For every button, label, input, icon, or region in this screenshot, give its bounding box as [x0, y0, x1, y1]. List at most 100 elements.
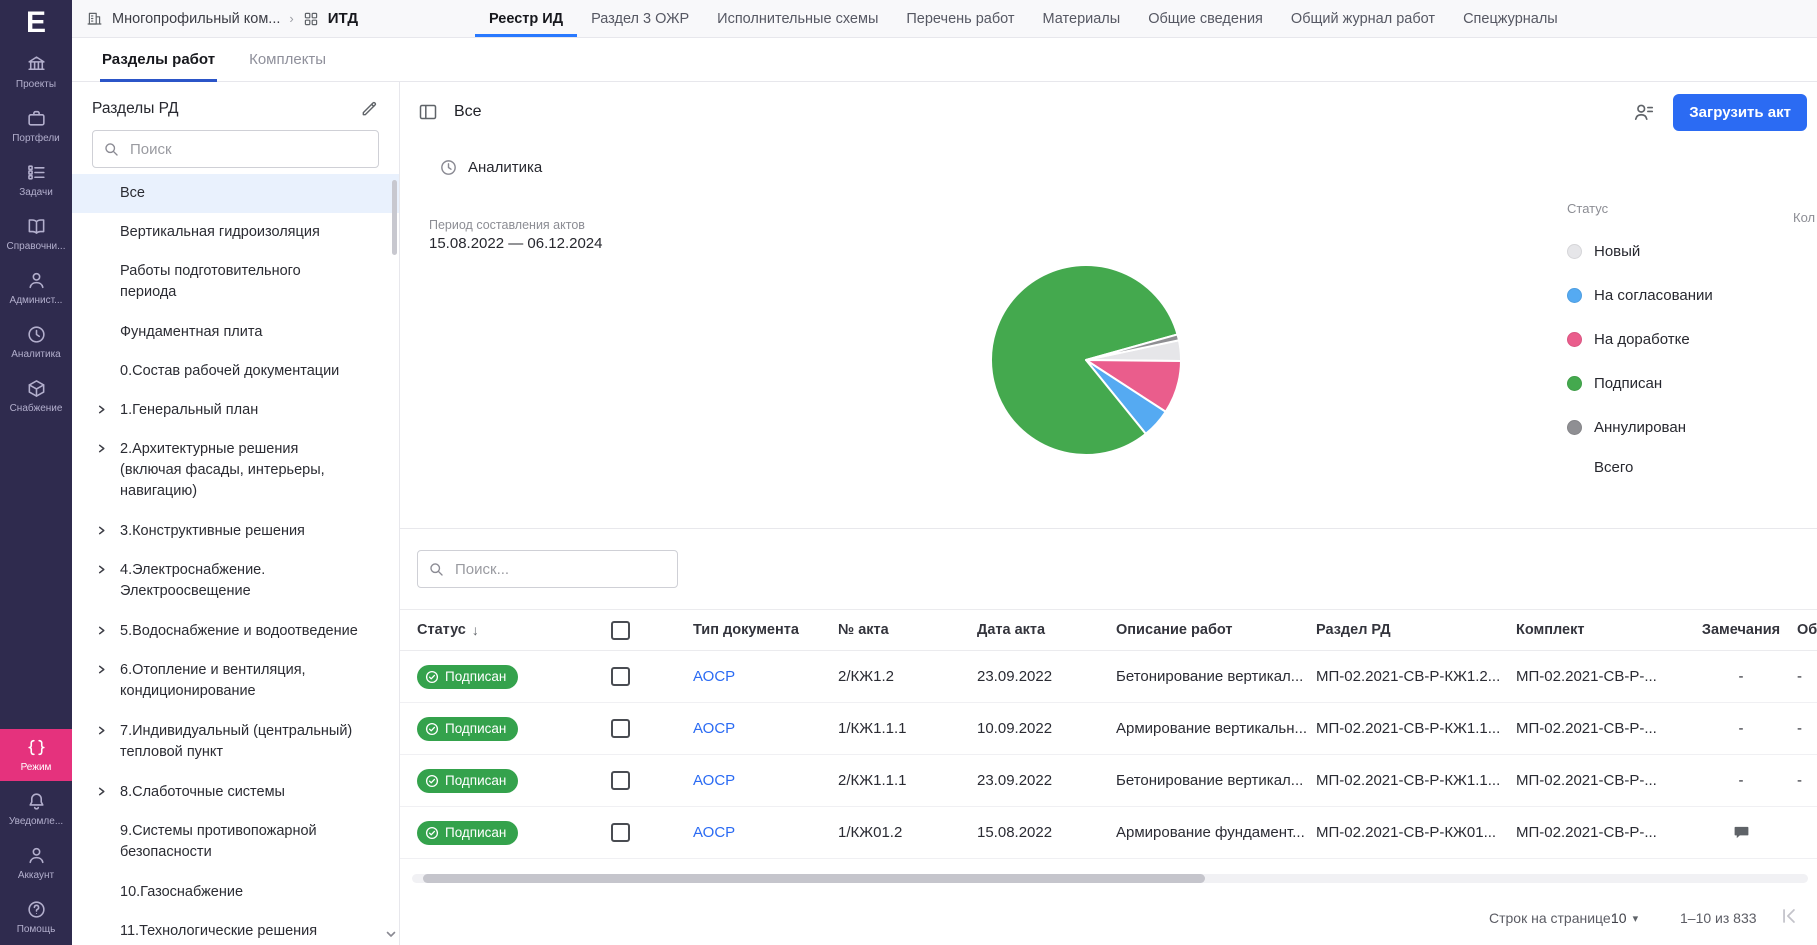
- table-row[interactable]: Подписан АОСР 1/КЖ01.2 15.08.2022 Армиро…: [400, 807, 1817, 859]
- legend-item[interactable]: На доработке: [1567, 317, 1817, 361]
- tree-item[interactable]: 5.Водоснабжение и водоотведение: [72, 612, 399, 651]
- sidebar-item-directories[interactable]: Справочни...: [0, 208, 72, 260]
- legend-item[interactable]: Новый: [1567, 229, 1817, 273]
- tree-item[interactable]: 6.Отопление и вентиляция, кондиционирова…: [72, 651, 399, 712]
- column-remarks[interactable]: Замечания: [1695, 622, 1797, 638]
- column-work[interactable]: Описание работ: [1116, 622, 1316, 638]
- doc-type-link[interactable]: АОСР: [693, 824, 735, 841]
- column-act-no[interactable]: № акта: [838, 622, 977, 638]
- chevron-right-icon[interactable]: [96, 725, 107, 736]
- tree-item[interactable]: 9.Системы противопожарной безопасности: [72, 812, 399, 873]
- table-row[interactable]: Подписан АОСР 2/КЖ1.1.1 23.09.2022 Бетон…: [400, 755, 1817, 807]
- sidebar-item-account[interactable]: Аккаунт: [0, 837, 72, 889]
- horizontal-scrollbar-thumb[interactable]: [423, 874, 1205, 883]
- row-checkbox[interactable]: [611, 667, 630, 686]
- vertical-scrollbar[interactable]: [392, 180, 397, 255]
- tree-item[interactable]: 1.Генеральный план: [72, 391, 399, 430]
- tree-item[interactable]: Фундаментная плита: [72, 313, 399, 352]
- sidebar-item-notifications[interactable]: Уведомле...: [0, 783, 72, 835]
- legend-item[interactable]: На согласовании: [1567, 273, 1817, 317]
- subtab-razdely-rabot[interactable]: Разделы работ: [100, 51, 217, 82]
- rows-per-page-select[interactable]: 10▾: [1611, 910, 1638, 926]
- act-date-cell: 10.09.2022: [977, 720, 1116, 737]
- tree-item[interactable]: 11.Технологические решения: [72, 912, 399, 945]
- tree-item[interactable]: Работы подготовительного периода: [72, 252, 399, 313]
- scroll-down-icon[interactable]: [385, 928, 397, 940]
- doc-type-link[interactable]: АОСР: [693, 668, 735, 685]
- table-row[interactable]: Подписан АОСР 2/КЖ1.2 23.09.2022 Бетонир…: [400, 651, 1817, 703]
- members-button[interactable]: [1631, 99, 1657, 125]
- sidebar-item-administration[interactable]: Админист...: [0, 262, 72, 314]
- column-ob[interactable]: Об: [1797, 622, 1817, 638]
- sidebar-item-portfolios[interactable]: Портфели: [0, 100, 72, 152]
- column-set[interactable]: Комплект: [1516, 622, 1695, 638]
- row-checkbox[interactable]: [611, 719, 630, 738]
- main-area: Все Загрузить акт Аналитика Период соста…: [400, 82, 1817, 945]
- tree-item[interactable]: 0.Состав рабочей документации: [72, 352, 399, 391]
- analytics-header[interactable]: Аналитика: [439, 158, 542, 177]
- sections-search-input[interactable]: [128, 140, 368, 159]
- tab-ispolnitelnye-shemy[interactable]: Исполнительные схемы: [703, 0, 892, 37]
- message-icon[interactable]: [1733, 824, 1750, 841]
- breadcrumb-project[interactable]: Многопрофильный ком...: [112, 11, 280, 27]
- app-grid-icon[interactable]: [303, 11, 319, 27]
- pencil-icon: [360, 99, 379, 118]
- chevron-right-icon[interactable]: [96, 786, 107, 797]
- tree-item-vse[interactable]: Все: [72, 174, 399, 213]
- subtab-komplekty[interactable]: Комплекты: [247, 51, 328, 82]
- upload-act-button[interactable]: Загрузить акт: [1673, 94, 1807, 131]
- chevron-right-icon[interactable]: [96, 404, 107, 415]
- column-doc-type[interactable]: Тип документа: [693, 622, 838, 638]
- chevron-right-icon[interactable]: [96, 443, 107, 454]
- row-checkbox[interactable]: [611, 771, 630, 790]
- legend-item[interactable]: Подписан: [1567, 361, 1817, 405]
- tree-item[interactable]: Вертикальная гидроизоляция: [72, 213, 399, 252]
- tab-perechen-rabot[interactable]: Перечень работ: [892, 0, 1028, 37]
- doc-type-link[interactable]: АОСР: [693, 720, 735, 737]
- sidebar-item-help[interactable]: Помощь: [0, 891, 72, 943]
- row-checkbox[interactable]: [611, 823, 630, 842]
- set-cell: МП-02.2021-СВ-Р-...: [1516, 824, 1695, 841]
- tab-reestr-id[interactable]: Реестр ИД: [475, 0, 577, 37]
- app-logo[interactable]: E: [0, 0, 72, 46]
- sidebar-item-supply[interactable]: Снабжение: [0, 370, 72, 422]
- select-all-checkbox[interactable]: [611, 621, 630, 640]
- table-row[interactable]: Подписан АОСР 1/КЖ1.1.1 10.09.2022 Армир…: [400, 703, 1817, 755]
- breadcrumb-section[interactable]: ИТД: [328, 10, 358, 27]
- chevron-right-icon[interactable]: [96, 625, 107, 636]
- tree-item[interactable]: 2.Архитектурные решения (включая фасады,…: [72, 430, 399, 512]
- first-page-button[interactable]: [1778, 905, 1800, 927]
- column-act-date[interactable]: Дата акта: [977, 622, 1116, 638]
- tree-item[interactable]: 3.Конструктивные решения: [72, 512, 399, 551]
- sidebar-item-projects[interactable]: Проекты: [0, 46, 72, 98]
- chevron-right-icon[interactable]: [96, 564, 107, 575]
- tree-item[interactable]: 10.Газоснабжение: [72, 873, 399, 912]
- status-badge: Подписан: [417, 665, 518, 689]
- tab-materialy[interactable]: Материалы: [1029, 0, 1135, 37]
- help-icon: [26, 899, 47, 920]
- acts-search-input[interactable]: [453, 560, 667, 579]
- chevron-right-icon[interactable]: [96, 525, 107, 536]
- tree-item[interactable]: 8.Слаботочные системы: [72, 773, 399, 812]
- sidebar-item-label: Админист...: [10, 295, 63, 306]
- tree-item[interactable]: 4.Электроснабжение. Электроосвещение: [72, 551, 399, 612]
- column-section[interactable]: Раздел РД: [1316, 622, 1516, 638]
- horizontal-scrollbar-track[interactable]: [412, 874, 1808, 883]
- sidebar-item-analytics[interactable]: Аналитика: [0, 316, 72, 368]
- chevron-right-icon[interactable]: [96, 664, 107, 675]
- legend-item[interactable]: Аннулирован: [1567, 405, 1817, 449]
- edit-sections-button[interactable]: [358, 97, 381, 120]
- collapse-panel-button[interactable]: [416, 100, 440, 124]
- column-status[interactable]: Статус↓: [417, 622, 611, 638]
- check-circle-icon: [425, 670, 439, 684]
- tab-spetszhurnaly[interactable]: Спецжурналы: [1449, 0, 1572, 37]
- tab-obshchiy-zhurnal-rabot[interactable]: Общий журнал работ: [1277, 0, 1449, 37]
- tab-razdel-3-ozhr[interactable]: Раздел 3 ОЖР: [577, 0, 703, 37]
- tab-obshchie-svedeniya[interactable]: Общие сведения: [1134, 0, 1277, 37]
- sort-desc-icon[interactable]: ↓: [472, 622, 479, 638]
- sidebar-item-mode[interactable]: Режим: [0, 729, 72, 781]
- tree-item[interactable]: 7.Индивидуальный (центральный) тепловой …: [72, 712, 399, 773]
- remarks-cell: -: [1695, 772, 1797, 789]
- sidebar-item-tasks[interactable]: Задачи: [0, 154, 72, 206]
- doc-type-link[interactable]: АОСР: [693, 772, 735, 789]
